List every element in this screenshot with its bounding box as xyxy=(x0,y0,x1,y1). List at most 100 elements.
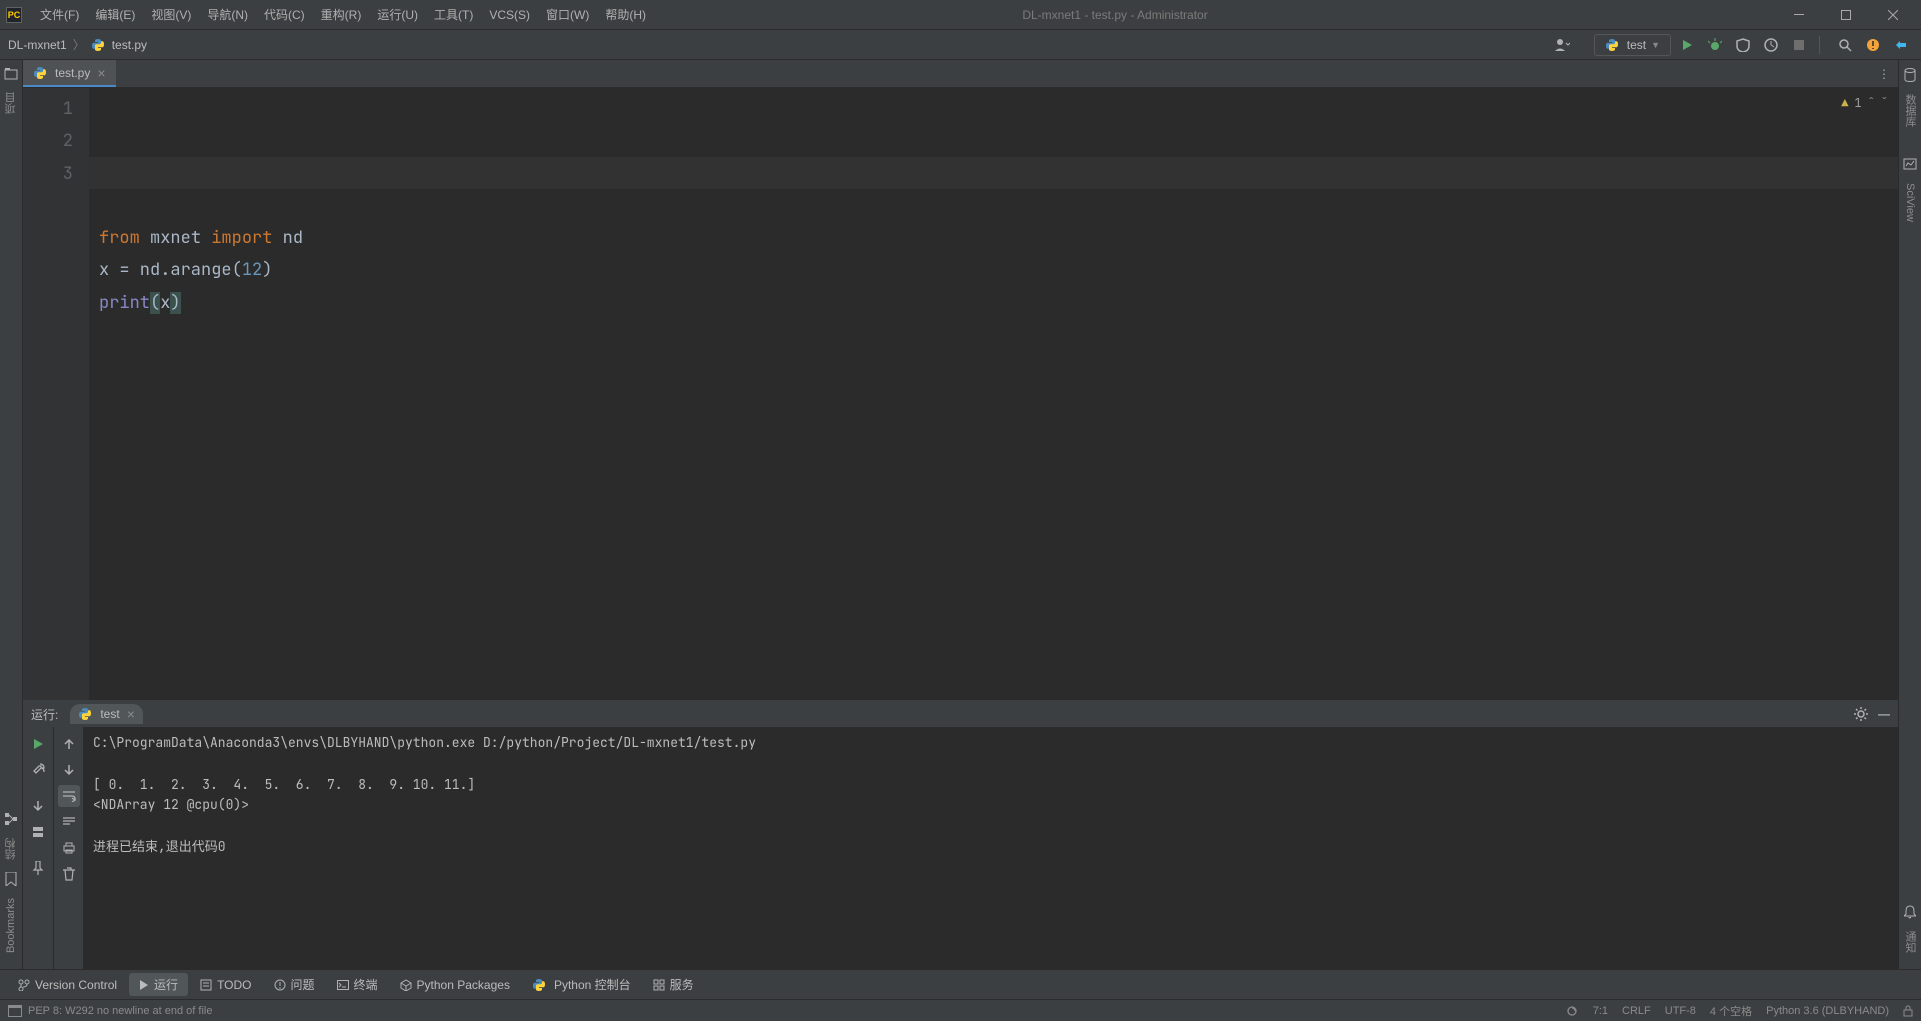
project-tool-icon[interactable] xyxy=(2,64,20,82)
update-button[interactable] xyxy=(1861,33,1885,57)
chevron-down-icon: ▼ xyxy=(1651,40,1660,50)
menu-view[interactable]: 视图(V) xyxy=(143,1,199,28)
tab-options-icon[interactable]: ⋮ xyxy=(1878,67,1890,81)
inspection-badge[interactable]: ▲ 1 ˆ ˇ xyxy=(1841,92,1888,115)
indent-settings[interactable]: 4 个空格 xyxy=(1710,1003,1752,1019)
editor-area: test.py × ⋮ 123 ▲ 1 ˆ ˇ from mxnet impor… xyxy=(23,60,1898,969)
editor-tab-label: test.py xyxy=(55,66,90,80)
title-bar: PC 文件(F) 编辑(E) 视图(V) 导航(N) 代码(C) 重构(R) 运… xyxy=(0,0,1921,30)
console-tool-button[interactable]: Python 控制台 xyxy=(522,973,641,996)
rerun-icon[interactable] xyxy=(27,733,49,755)
run-sidebar-left xyxy=(23,727,53,969)
minimize-button[interactable] xyxy=(1776,0,1821,30)
profile-button[interactable] xyxy=(1759,33,1783,57)
up-arrow-icon[interactable] xyxy=(58,733,80,755)
code-with-me-button[interactable] xyxy=(1889,33,1913,57)
tool-window-quick-access-icon[interactable] xyxy=(8,1005,22,1017)
menu-file[interactable]: 文件(F) xyxy=(32,1,87,28)
down-icon[interactable] xyxy=(27,795,49,817)
layout-icon[interactable] xyxy=(27,821,49,843)
file-encoding[interactable]: UTF-8 xyxy=(1665,1005,1696,1017)
notifications-tool-icon[interactable] xyxy=(1901,903,1919,921)
project-tool-label[interactable]: 项目 xyxy=(3,88,19,118)
debug-button[interactable] xyxy=(1703,33,1727,57)
run-button[interactable] xyxy=(1675,33,1699,57)
menu-edit[interactable]: 编辑(E) xyxy=(87,1,143,28)
branch-icon xyxy=(18,979,30,991)
sciview-tool-label[interactable]: SciView xyxy=(1904,183,1916,222)
close-button[interactable] xyxy=(1870,0,1915,30)
interpreter-status[interactable]: Python 3.6 (DLBYHAND) xyxy=(1766,1005,1889,1017)
menu-refactor[interactable]: 重构(R) xyxy=(313,1,370,28)
menu-navigate[interactable]: 导航(N) xyxy=(199,1,256,28)
line-separator[interactable]: CRLF xyxy=(1622,1005,1651,1017)
close-tab-icon[interactable]: × xyxy=(97,65,105,81)
todo-icon xyxy=(200,979,212,991)
play-icon xyxy=(139,980,149,990)
bookmarks-tool-label[interactable]: Bookmarks xyxy=(5,894,17,957)
bookmarks-tool-icon[interactable] xyxy=(2,870,20,888)
menu-vcs[interactable]: VCS(S) xyxy=(481,3,538,27)
packages-tool-button[interactable]: Python Packages xyxy=(390,975,520,995)
menu-window[interactable]: 窗口(W) xyxy=(538,1,597,28)
cursor-position[interactable]: 7:1 xyxy=(1593,1005,1608,1017)
structure-tool-icon[interactable] xyxy=(2,810,20,828)
down-arrow-icon[interactable] xyxy=(58,759,80,781)
pin-icon[interactable] xyxy=(27,857,49,879)
print-icon[interactable] xyxy=(58,837,80,859)
user-dropdown-icon[interactable] xyxy=(1550,33,1574,57)
code-content[interactable]: ▲ 1 ˆ ˇ from mxnet import nd x = nd.aran… xyxy=(89,88,1898,700)
background-tasks-icon[interactable] xyxy=(1565,1005,1579,1017)
menu-code[interactable]: 代码(C) xyxy=(256,1,313,28)
package-icon xyxy=(400,979,412,991)
structure-tool-label[interactable]: 结构 xyxy=(3,834,19,864)
services-icon xyxy=(653,979,665,991)
breadcrumb-project[interactable]: DL-mxnet1 xyxy=(8,38,67,52)
chevron-down-icon[interactable]: ˇ xyxy=(1881,92,1888,115)
run-tab[interactable]: test × xyxy=(70,704,143,724)
main-layout: 项目 结构 Bookmarks test.py × ⋮ 1 xyxy=(0,60,1921,969)
services-tool-button[interactable]: 服务 xyxy=(643,973,704,996)
hide-panel-icon[interactable]: — xyxy=(1878,707,1890,721)
search-everywhere-button[interactable] xyxy=(1833,33,1857,57)
run-console-output[interactable]: C:\ProgramData\Anaconda3\envs\DLBYHAND\p… xyxy=(83,727,1898,969)
run-header: 运行: test × — xyxy=(23,701,1898,727)
stop-button[interactable] xyxy=(1787,33,1811,57)
warning-icon: ▲ xyxy=(1841,92,1848,115)
navigation-bar: DL-mxnet1 〉 test.py test ▼ xyxy=(0,30,1921,60)
run-tool-button[interactable]: 运行 xyxy=(129,973,188,996)
breadcrumb-file[interactable]: test.py xyxy=(112,38,147,52)
notifications-tool-label[interactable]: 通知 xyxy=(1902,931,1918,953)
close-run-tab-icon[interactable]: × xyxy=(127,706,135,722)
code-editor[interactable]: 123 ▲ 1 ˆ ˇ from mxnet import nd x = nd.… xyxy=(23,88,1898,700)
database-tool-icon[interactable] xyxy=(1901,66,1919,84)
menu-run[interactable]: 运行(U) xyxy=(369,1,426,28)
sciview-tool-icon[interactable] xyxy=(1901,155,1919,173)
status-message[interactable]: PEP 8: W292 no newline at end of file xyxy=(28,1005,212,1017)
editor-tab-strip: test.py × ⋮ xyxy=(23,60,1898,88)
editor-tab[interactable]: test.py × xyxy=(23,60,116,87)
vcs-tool-button[interactable]: Version Control xyxy=(8,975,127,995)
chevron-up-icon[interactable]: ˆ xyxy=(1868,92,1875,115)
menu-help[interactable]: 帮助(H) xyxy=(597,1,654,28)
run-sidebar-right xyxy=(53,727,83,969)
soft-wrap-icon[interactable] xyxy=(58,785,80,807)
todo-tool-button[interactable]: TODO xyxy=(190,975,261,995)
warning-count: 1 xyxy=(1854,92,1861,115)
status-bar: PEP 8: W292 no newline at end of file 7:… xyxy=(0,999,1921,1021)
trash-icon[interactable] xyxy=(58,863,80,885)
run-configuration-dropdown[interactable]: test ▼ xyxy=(1594,34,1671,56)
terminal-icon xyxy=(337,980,349,990)
menu-tools[interactable]: 工具(T) xyxy=(426,1,481,28)
scroll-to-end-icon[interactable] xyxy=(58,811,80,833)
run-config-label: test xyxy=(1627,38,1646,52)
run-settings-icon[interactable] xyxy=(1854,707,1868,721)
problems-tool-button[interactable]: 问题 xyxy=(264,973,325,996)
lock-icon[interactable] xyxy=(1903,1005,1913,1017)
run-header-title: 运行: xyxy=(31,706,58,723)
database-tool-label[interactable]: 数据库 xyxy=(1902,94,1918,127)
terminal-tool-button[interactable]: 终端 xyxy=(327,973,388,996)
maximize-button[interactable] xyxy=(1823,0,1868,30)
coverage-button[interactable] xyxy=(1731,33,1755,57)
wrench-icon[interactable] xyxy=(27,759,49,781)
